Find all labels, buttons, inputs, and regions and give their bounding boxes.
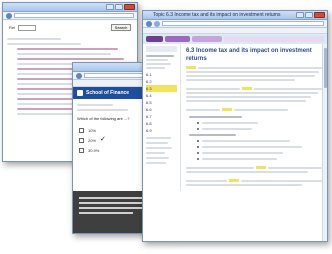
bullet-icon bbox=[197, 140, 199, 142]
main-content: 6.3 Income tax and its impact on investm… bbox=[181, 44, 327, 191]
minimize-button[interactable] bbox=[106, 4, 114, 10]
search-label: Rel bbox=[9, 25, 16, 30]
vertical-scrollbar[interactable] bbox=[322, 44, 327, 241]
back-arrow-icon[interactable] bbox=[76, 72, 82, 79]
bullet-icon bbox=[197, 152, 199, 154]
sidebar-item[interactable]: 6.8 bbox=[146, 120, 177, 127]
title-bar bbox=[3, 3, 137, 12]
sidebar-item[interactable]: 6.1 bbox=[146, 71, 177, 78]
search-button[interactable]: Search bbox=[111, 24, 131, 31]
sidebar-item[interactable]: 6.2 bbox=[146, 78, 177, 85]
close-button[interactable] bbox=[124, 4, 135, 10]
header-banner bbox=[143, 34, 327, 44]
sidebar-item[interactable]: 6.5 bbox=[146, 99, 177, 106]
check-icon: ✓ bbox=[100, 136, 106, 143]
maximize-button[interactable] bbox=[115, 4, 123, 10]
sidebar-item[interactable]: 6.6 bbox=[146, 106, 177, 113]
scrollbar-thumb[interactable] bbox=[324, 48, 327, 88]
url-field[interactable] bbox=[14, 13, 134, 18]
sidebar-item[interactable]: 6.4 bbox=[146, 92, 177, 99]
sidebar-item[interactable]: 6.7 bbox=[146, 113, 177, 120]
maximize-button[interactable] bbox=[305, 12, 313, 18]
url-field[interactable] bbox=[162, 21, 324, 26]
minimize-button[interactable] bbox=[296, 12, 304, 18]
back-arrow-icon[interactable] bbox=[146, 20, 152, 27]
radio-button[interactable] bbox=[79, 137, 84, 143]
bullet-icon bbox=[197, 146, 199, 148]
school-name: School of Finance bbox=[86, 90, 130, 96]
radio-button[interactable] bbox=[79, 127, 84, 133]
bullet-icon bbox=[197, 158, 199, 160]
bullet-icon bbox=[197, 122, 199, 124]
close-button[interactable] bbox=[314, 12, 325, 18]
forward-arrow-icon[interactable] bbox=[154, 20, 160, 27]
school-logo-icon bbox=[77, 90, 83, 96]
page-heading: 6.3 Income tax and its impact on investm… bbox=[186, 48, 312, 62]
title-bar: Topic 6.3 Income tax and its impact on i… bbox=[143, 11, 327, 20]
address-bar bbox=[143, 20, 327, 28]
window-title: Topic 6.3 Income tax and its impact on i… bbox=[153, 12, 282, 18]
bullet-icon bbox=[197, 128, 199, 130]
back-arrow-icon[interactable] bbox=[6, 12, 12, 19]
radio-button[interactable] bbox=[79, 147, 84, 153]
sidebar-item-active[interactable]: 6.3 bbox=[146, 85, 177, 92]
address-bar bbox=[3, 12, 137, 20]
search-input[interactable] bbox=[18, 24, 37, 31]
sidebar-item[interactable]: 6.9 bbox=[146, 127, 177, 134]
sidebar: 6.1 6.2 6.3 6.4 6.5 6.6 6.7 6.8 6.9 bbox=[143, 44, 181, 191]
front-browser-window: Topic 6.3 Income tax and its impact on i… bbox=[142, 10, 328, 242]
